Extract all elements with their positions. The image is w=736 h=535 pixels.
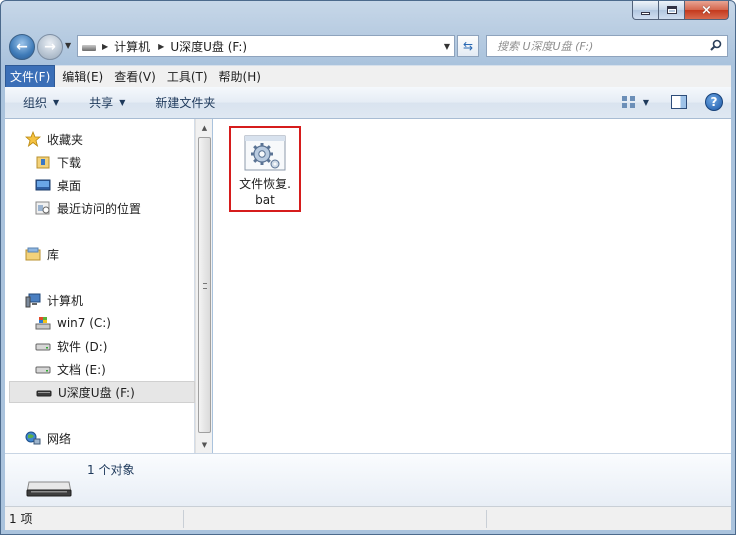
details-pane: 1 个对象: [5, 453, 731, 506]
desktop-icon: [35, 179, 51, 191]
computer-icon: [25, 293, 41, 308]
chevron-down-icon: ▼: [53, 98, 60, 107]
menu-view[interactable]: 查看(V): [110, 66, 160, 87]
breadcrumb-drive-f[interactable]: U深度U盘 (F:): [170, 38, 247, 55]
minimize-icon: [641, 11, 650, 15]
forward-button[interactable]: →: [37, 34, 63, 60]
nav-drive-f-label: U深度U盘 (F:): [58, 385, 135, 400]
chevron-down-icon: ▼: [119, 98, 126, 107]
file-list[interactable]: 文件恢复. bat: [213, 119, 731, 453]
preview-pane-icon[interactable]: [671, 95, 687, 109]
view-dropdown-icon[interactable]: ▼: [643, 98, 649, 107]
nav-libraries[interactable]: 库: [25, 243, 215, 265]
maximize-button[interactable]: [659, 1, 685, 20]
menu-edit[interactable]: 编辑(E): [58, 66, 107, 87]
nav-network[interactable]: 网络: [25, 427, 215, 449]
nav-computer-label: 计算机: [47, 293, 84, 308]
chevron-right-icon[interactable]: ▶: [158, 42, 164, 51]
breadcrumb-computer[interactable]: 计算机: [114, 38, 150, 55]
file-name-line1: 文件恢复.: [239, 177, 291, 191]
nav-favorites-label: 收藏夹: [47, 132, 84, 147]
downloads-folder-icon: [36, 156, 50, 169]
share-button[interactable]: 共享 ▼: [89, 94, 125, 111]
drive-icon: [82, 45, 96, 51]
status-cell: [487, 507, 707, 531]
removable-drive-icon: [36, 390, 52, 397]
status-bar: 1 项: [5, 506, 731, 530]
nav-libraries-label: 库: [47, 247, 60, 262]
close-icon: ×: [701, 2, 712, 18]
toolbar-right: ▼ ?: [621, 93, 723, 111]
caption-buttons: ×: [632, 1, 729, 21]
chevron-right-icon[interactable]: ▶: [102, 42, 108, 51]
search-input[interactable]: 搜索 U深度U盘 (F:): [486, 35, 728, 57]
status-item-count: 1 项: [9, 512, 33, 526]
search-placeholder: 搜索 U深度U盘 (F:): [497, 40, 594, 53]
address-bar[interactable]: ▶ 计算机 ▶ U深度U盘 (F:) ▼: [77, 35, 455, 57]
nav-drive-c-label: win7 (C:): [57, 316, 111, 330]
menu-help[interactable]: 帮助(H): [215, 66, 265, 87]
new-folder-label: 新建文件夹: [155, 96, 216, 110]
explorer-window: × ← → ▼ ▶ 计算机 ▶ U深度U盘 (F:) ▼ ⇆ 搜索 U深度U盘 …: [0, 0, 736, 535]
nav-computer[interactable]: 计算机: [25, 289, 215, 311]
arrow-left-icon: ←: [16, 39, 28, 55]
nav-drive-e-label: 文档 (E:): [57, 362, 106, 377]
address-dropdown-icon[interactable]: ▼: [444, 42, 450, 51]
removable-drive-icon: [26, 481, 72, 497]
close-button[interactable]: ×: [685, 1, 729, 20]
menu-tools[interactable]: 工具(T): [163, 66, 212, 87]
new-folder-button[interactable]: 新建文件夹: [155, 94, 215, 111]
hard-drive-icon: [35, 343, 51, 351]
refresh-button[interactable]: ⇆: [457, 35, 479, 57]
organize-button[interactable]: 组织 ▼: [23, 94, 59, 111]
gear-batch-file-icon: [244, 135, 286, 171]
scroll-up-icon[interactable]: ▲: [196, 119, 213, 136]
scroll-thumb[interactable]: [198, 137, 211, 433]
nav-desktop-label: 桌面: [57, 178, 82, 193]
nav-downloads-label: 下载: [57, 155, 82, 170]
arrow-right-icon: →: [44, 39, 56, 55]
details-summary: 1 个对象: [87, 463, 135, 477]
network-icon: [25, 431, 41, 445]
hard-drive-icon: [35, 366, 51, 374]
recent-pages-dropdown[interactable]: ▼: [65, 41, 71, 50]
navigation-bar: ← → ▼ ▶ 计算机 ▶ U深度U盘 (F:) ▼ ⇆ 搜索 U深度U盘 (F…: [1, 31, 735, 61]
organize-label: 组织: [23, 96, 48, 110]
library-icon: [25, 247, 41, 261]
nav-recent-label: 最近访问的位置: [57, 201, 142, 216]
command-bar: 组织 ▼ 共享 ▼ 新建文件夹 ▼ ?: [5, 87, 731, 119]
navigation-pane: 收藏夹 下载 桌面 最近访问的位置 库 计算机 win7 (C:) 软件 (D:…: [5, 119, 195, 453]
nav-network-label: 网络: [47, 431, 72, 446]
search-icon[interactable]: [710, 39, 722, 51]
maximize-icon: [666, 6, 677, 14]
file-name: 文件恢复. bat: [239, 176, 291, 208]
file-name-line2: bat: [255, 193, 275, 207]
windows-drive-icon: [35, 317, 51, 330]
menu-bar: 文件(F) 编辑(E) 查看(V) 工具(T) 帮助(H): [5, 65, 731, 88]
scroll-grip: [203, 283, 207, 289]
minimize-button[interactable]: [632, 1, 659, 20]
file-item[interactable]: 文件恢复. bat: [229, 126, 301, 212]
nav-drive-d-label: 软件 (D:): [57, 339, 108, 354]
menu-file[interactable]: 文件(F): [5, 65, 56, 88]
view-options-icon[interactable]: [621, 95, 637, 109]
star-icon: [25, 131, 41, 147]
status-cell: [184, 507, 486, 531]
refresh-icon: ⇆: [462, 39, 474, 53]
nav-drive-f[interactable]: U深度U盘 (F:): [9, 381, 195, 403]
back-button[interactable]: ←: [9, 34, 35, 60]
scroll-down-icon[interactable]: ▼: [196, 436, 213, 453]
help-icon[interactable]: ?: [705, 93, 723, 111]
recent-places-icon: [35, 201, 50, 215]
navigation-scrollbar[interactable]: ▲ ▼: [195, 119, 212, 453]
share-label: 共享: [89, 96, 114, 110]
nav-favorites[interactable]: 收藏夹: [25, 128, 215, 150]
